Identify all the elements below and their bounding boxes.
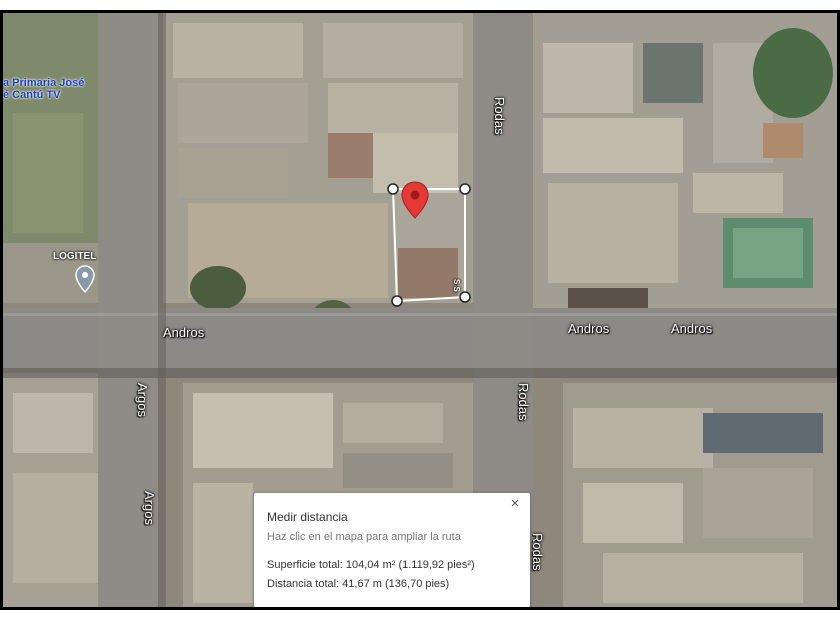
screenshot-frame: Rodas Rodas Rodas Andros Andros Andros A… [0, 10, 840, 610]
road-label-rodas: Rodas [492, 97, 507, 135]
road-label-andros: Andros [163, 325, 205, 340]
close-icon[interactable]: × [506, 495, 524, 513]
road-label-argos: Argos [135, 383, 150, 417]
place-label-school[interactable]: a Primaria José é Cantú TV [3, 77, 84, 101]
road-label-rodas: Rodas [516, 383, 531, 421]
vertex-handle-3[interactable] [459, 291, 471, 303]
vertex-handle-4[interactable] [391, 295, 403, 307]
road-label-andros: Andros [671, 321, 713, 336]
vertex-handle-2[interactable] [459, 183, 471, 195]
edge-length-label: S S [452, 279, 461, 292]
total-area: Superficie total: 104,04 m² (1.119,92 pi… [267, 559, 475, 571]
panel-title: Medir distancia [267, 510, 348, 524]
road-label-andros: Andros [568, 321, 610, 336]
vertex-handle-1[interactable] [387, 183, 399, 195]
place-pin-icon[interactable] [75, 265, 95, 293]
measure-distance-panel: × Medir distancia Haz clic en el mapa pa… [254, 493, 530, 607]
place-label-school-line1: a Primaria José [3, 77, 85, 89]
satellite-map[interactable]: Rodas Rodas Rodas Andros Andros Andros A… [3, 13, 837, 607]
total-distance: Distancia total: 41,67 m (136,70 pies) [267, 578, 450, 590]
road-label-rodas: Rodas [530, 533, 545, 571]
road-label-argos: Argos [142, 491, 157, 525]
place-label-logitel[interactable]: LOGITEL [53, 251, 96, 262]
panel-hint: Haz clic en el mapa para ampliar la ruta [267, 531, 461, 543]
location-pin-icon[interactable] [401, 181, 429, 219]
place-label-school-line2: é Cantú TV [3, 89, 61, 101]
